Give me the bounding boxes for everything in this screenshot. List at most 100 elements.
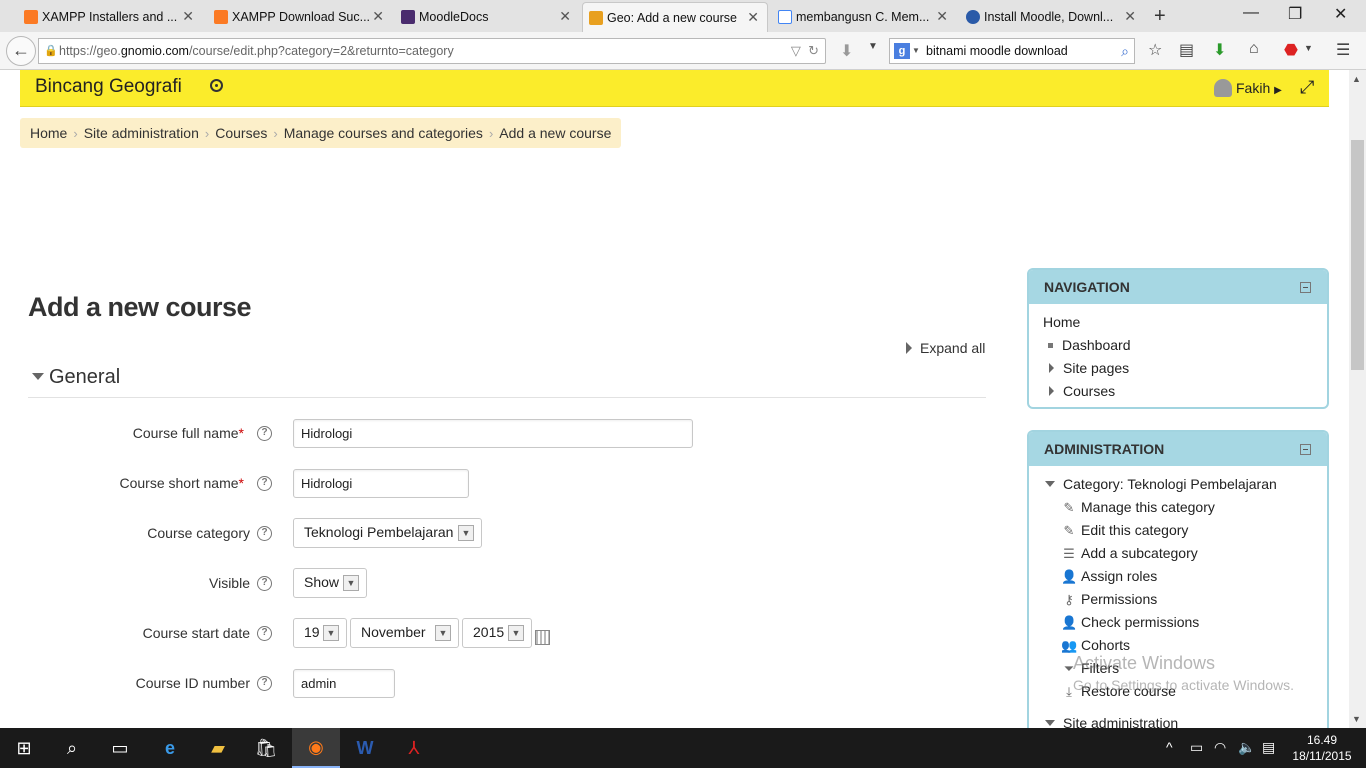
search-bar[interactable]: g ▼ bitnami moodle download ⌕ [889,38,1135,64]
close-tab-icon[interactable]: ✕ [747,9,759,26]
admin-edit-category-link[interactable]: ✎ Edit this category [1061,522,1189,539]
adblock-icon[interactable]: ⬣ [1284,40,1298,60]
close-tab-icon[interactable]: ✕ [1124,8,1136,25]
scroll-up-icon[interactable]: ▲ [1352,74,1361,84]
minimize-block-icon[interactable] [1300,282,1311,293]
search-icon[interactable]: ⌕ [48,728,96,768]
admin-add-subcategory-link[interactable]: ☰ Add a subcategory [1061,545,1198,562]
user-plus-icon: 👤 [1061,569,1078,584]
browser-tab-install-moodle[interactable]: Install Moodle, Downl... ✕ [960,2,1144,32]
store-icon[interactable]: 🛍 [242,728,290,768]
help-icon[interactable]: ? [257,626,272,641]
browser-tab-google-search[interactable]: membangusn C. Mem... ✕ [772,2,956,32]
startdate-day-select[interactable]: 19 ▼ [293,618,347,648]
help-icon[interactable]: ? [257,676,272,691]
admin-category-node[interactable]: Category: Teknologi Pembelajaran [1045,476,1277,492]
visible-select[interactable]: Show ▼ [293,568,367,598]
wifi-icon[interactable]: ◠ [1214,739,1226,756]
help-icon[interactable]: ? [257,526,272,541]
calendar-icon[interactable] [535,630,550,645]
close-tab-icon[interactable]: ✕ [372,8,384,25]
nav-home-link[interactable]: Home [1043,314,1080,330]
close-tab-icon[interactable]: ✕ [936,8,948,25]
users-icon: 👥 [1061,638,1078,653]
download-icon[interactable]: ⬇ [1213,40,1226,60]
startdate-year-select[interactable]: 2015 ▼ [462,618,532,648]
word-icon[interactable]: W [341,728,389,768]
close-tab-icon[interactable]: ✕ [182,8,194,25]
browser-tab-xampp-download[interactable]: XAMPP Download Suc... ✕ [208,2,392,32]
close-window-icon[interactable]: ✕ [1334,4,1347,24]
shortname-input[interactable]: Hidrologi [293,469,469,498]
user-menu[interactable]: Fakih ▶ [1214,79,1282,97]
section-general-header[interactable]: General [32,366,120,389]
category-select[interactable]: Teknologi Pembelajaran ▼ [293,518,482,548]
site-name[interactable]: Bincang Geografi [35,76,182,98]
battery-icon[interactable]: ▭ [1190,739,1203,756]
chevron-down-icon: ▼ [343,575,359,591]
caret-right-icon [1049,386,1054,396]
breadcrumb-site-administration[interactable]: Site administration [84,125,199,141]
task-view-icon[interactable]: ▭ [96,728,144,768]
system-clock[interactable]: 16.49 18/11/2015 [1288,732,1356,764]
close-tab-icon[interactable]: ✕ [559,8,571,25]
admin-cohorts-link[interactable]: 👥 Cohorts [1061,637,1130,654]
browser-tab-geo-add-course[interactable]: Geo: Add a new course ✕ [582,2,768,32]
key-icon: ⚷ [1064,592,1074,607]
breadcrumb-separator-icon: › [273,125,278,141]
admin-permissions-link[interactable]: ⚷ Permissions [1061,591,1157,608]
scroll-down-icon[interactable]: ▼ [1352,714,1361,724]
nav-courses-link[interactable]: Courses [1049,383,1115,399]
reload-icon[interactable]: ▽ ↻ [791,39,819,63]
back-button[interactable]: ← [6,36,36,66]
admin-assign-roles-link[interactable]: 👤 Assign roles [1061,568,1157,585]
download-arrow-icon[interactable]: ⬇ [840,41,853,61]
home-icon[interactable]: ⌂ [1249,40,1259,58]
new-tab-icon[interactable]: + [1154,5,1166,28]
minimize-icon[interactable]: — [1243,4,1259,22]
breadcrumb-courses[interactable]: Courses [215,125,267,141]
idnumber-input[interactable]: admin [293,669,395,698]
bookmark-star-icon[interactable]: ☆ [1148,40,1162,60]
reading-list-icon[interactable]: ▤ [1179,40,1194,60]
nav-dashboard-link[interactable]: Dashboard [1048,337,1131,353]
startdate-month-select[interactable]: November ▼ [350,618,459,648]
search-icon[interactable]: ⌕ [1121,39,1129,63]
browser-tab-xampp-installers[interactable]: XAMPP Installers and ... ✕ [18,2,202,32]
breadcrumb-manage-courses[interactable]: Manage courses and categories [284,125,483,141]
moodle-favicon-icon [401,10,415,24]
notifications-icon[interactable]: ▤ [1262,739,1275,756]
caret-right-icon [906,342,912,354]
fullname-input[interactable]: Hidrologi [293,419,693,448]
acrobat-reader-icon[interactable]: ⅄ [390,728,438,768]
scrollbar-thumb[interactable] [1351,140,1364,370]
windows-start-icon[interactable]: ⊞ [0,728,48,768]
nav-site-pages-link[interactable]: Site pages [1049,360,1129,376]
admin-check-permissions-link[interactable]: 👤 Check permissions [1061,614,1199,631]
file-explorer-icon[interactable]: ▰ [194,728,242,768]
dropdown-icon[interactable]: ▼ [868,41,878,52]
help-icon[interactable]: ? [257,476,272,491]
edge-browser-icon[interactable]: e [146,728,194,768]
volume-icon[interactable]: 🔈 [1238,739,1255,756]
breadcrumb-home[interactable]: Home [30,125,67,141]
browser-tab-bar: XAMPP Installers and ... ✕ XAMPP Downloa… [0,0,1366,32]
expand-all-link[interactable]: Expand all [906,340,985,356]
restore-icon[interactable]: ❐ [1288,4,1302,24]
xampp-favicon-icon [24,10,38,24]
fullscreen-icon[interactable]: ⤢ [1300,77,1314,98]
adblock-dropdown-icon[interactable]: ▼ [1304,43,1313,53]
firefox-icon[interactable]: ◉ [292,728,340,768]
url-bar[interactable]: 🔒 https://geo.gnomio.com/course/edit.php?… [38,38,826,64]
tray-chevron-up-icon[interactable]: ^ [1166,739,1173,755]
help-icon[interactable]: ? [257,576,272,591]
navigation-block-header: NAVIGATION [1029,270,1327,304]
site-menu-icon[interactable] [210,79,223,92]
minimize-block-icon[interactable] [1300,444,1311,455]
menu-icon[interactable]: ☰ [1336,40,1350,60]
chevron-down-icon: ▼ [508,625,524,641]
page-scrollbar[interactable]: ▲ ▼ [1349,70,1366,728]
browser-tab-moodledocs[interactable]: MoodleDocs ✕ [395,2,579,32]
admin-manage-category-link[interactable]: ✎ Manage this category [1061,499,1215,516]
help-icon[interactable]: ? [257,426,272,441]
